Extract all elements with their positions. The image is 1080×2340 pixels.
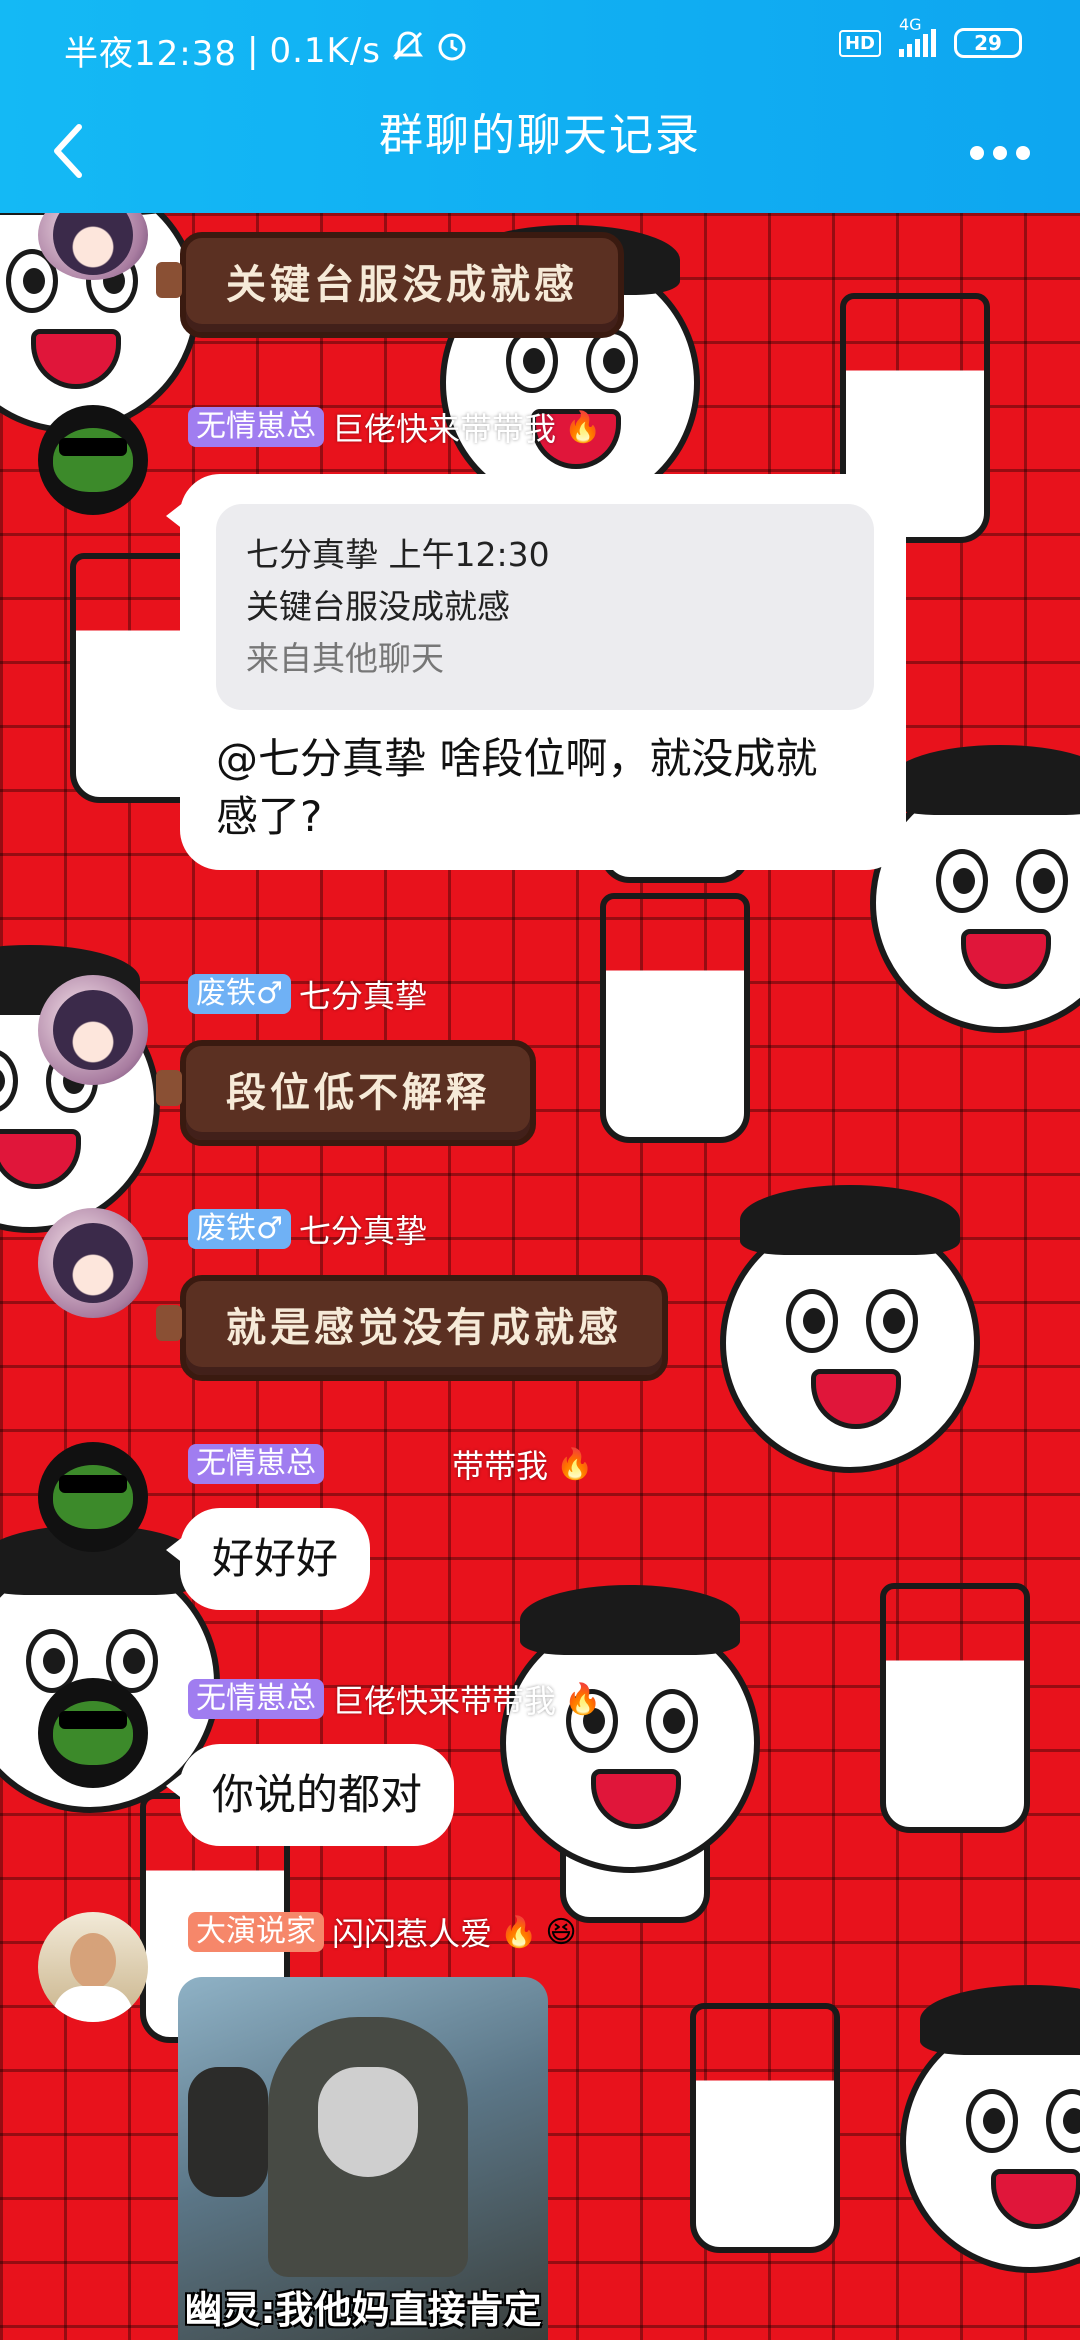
status-separator: | [246, 30, 260, 71]
milk-cup-decoration [690, 2003, 840, 2253]
network-type-label: 4G [899, 15, 922, 34]
avatar[interactable] [38, 1912, 148, 2022]
status-left: 半夜12:38 | 0.1K/s [64, 26, 469, 75]
quoted-source: 来自其他聊天 [246, 639, 444, 678]
quoted-header: 七分真挚 上午12:30 [246, 535, 550, 574]
alarm-clock-icon [435, 29, 469, 72]
laughing-emoji-icon: 😆 [545, 1914, 577, 1950]
bell-muted-icon [391, 29, 425, 72]
status-network-speed: 0.1K/s [269, 30, 381, 71]
sender-nickname: 带带我 [452, 1447, 549, 1485]
cartoon-face-decoration [500, 1585, 760, 1873]
reply-message-bubble[interactable]: 七分真挚 上午12:30 关键台服没成就感 来自其他聊天 @七分真挚 啥段位啊，… [166, 474, 906, 870]
quoted-message[interactable]: 七分真挚 上午12:30 关键台服没成就感 来自其他聊天 [216, 504, 874, 710]
message-text-line1: @七分真挚 啥段位啊，就没成就 [216, 734, 818, 783]
battery-indicator: 29 [954, 28, 1022, 58]
message-text: 就是感觉没有成就感 [226, 1304, 622, 1351]
sender-meta: 废铁♂ 七分真挚 [188, 1207, 427, 1251]
member-title-badge: 无情崽总 [188, 1444, 324, 1484]
message-text: 好好好 [212, 1534, 339, 1583]
message-text: 关键台服没成就感 [226, 261, 578, 308]
text-message-bubble[interactable]: 你说的都对 [165, 1744, 455, 1846]
sender-nickname: 七分真挚 [298, 1212, 427, 1250]
avatar[interactable] [38, 975, 148, 1085]
image-message[interactable]: 幽灵:我他妈直接肯定 [178, 1977, 548, 2340]
member-title-badge: 大演说家 [188, 1912, 324, 1952]
avatar[interactable] [38, 1208, 148, 1318]
sender-meta: 废铁♂ 七分真挚 [188, 972, 427, 1016]
sender-meta: 无情崽总 带带我 🔥 [188, 1442, 593, 1486]
fire-emoji-icon: 🔥 [556, 1446, 594, 1482]
quoted-text: 关键台服没成就感 [246, 587, 510, 626]
sender-nickname: 巨佬快来带带我 [332, 410, 557, 448]
avatar[interactable] [38, 1678, 148, 1788]
sender-meta: 无情崽总 巨佬快来带带我 🔥 [188, 1677, 601, 1721]
sender-meta: 大演说家 闪闪惹人爱 🔥 😆 [188, 1910, 577, 1954]
status-time: 半夜12:38 [64, 34, 237, 74]
sender-meta: 无情崽总 巨佬快来带带我 🔥 [188, 405, 601, 449]
status-bar: 半夜12:38 | 0.1K/s HD 4G 29 [0, 0, 1080, 95]
sender-nickname: 七分真挚 [298, 977, 427, 1015]
avatar[interactable] [38, 1442, 148, 1552]
chocolate-bubble[interactable]: 关键台服没成就感 [156, 232, 624, 338]
sender-nickname: 闪闪惹人爱 [332, 1915, 493, 1953]
member-title-badge: 废铁♂ [188, 1209, 291, 1249]
avatar[interactable] [38, 405, 148, 515]
milk-cup-decoration [600, 893, 750, 1143]
fire-emoji-icon: 🔥 [500, 1914, 538, 1950]
hd-indicator: HD [838, 29, 881, 57]
message-text-line2: 感了? [216, 792, 323, 841]
chocolate-bubble[interactable]: 就是感觉没有成就感 [156, 1275, 668, 1381]
header-bar: 半夜12:38 | 0.1K/s HD 4G 29 群聊的聊天记录 [0, 0, 1080, 213]
member-title-badge: 无情崽总 [188, 407, 324, 447]
signal-icon: 4G [899, 15, 936, 57]
member-title-badge: 废铁♂ [188, 974, 291, 1014]
chocolate-bubble[interactable]: 段位低不解释 [156, 1040, 536, 1146]
page-title: 群聊的聊天记录 [379, 110, 701, 161]
status-right: HD 4G 29 [838, 15, 1022, 58]
cartoon-face-decoration [900, 1985, 1080, 2273]
fire-emoji-icon: 🔥 [564, 1681, 602, 1717]
message-text: 你说的都对 [212, 1770, 423, 1819]
milk-cup-decoration [880, 1583, 1030, 1833]
cartoon-face-decoration [720, 1185, 980, 1473]
message-text: 段位低不解释 [226, 1069, 490, 1116]
text-message-bubble[interactable]: 好好好 [165, 1508, 371, 1610]
more-button[interactable] [960, 123, 1040, 183]
fire-emoji-icon: 🔥 [564, 409, 602, 445]
nav-bar: 群聊的聊天记录 [0, 95, 1080, 213]
image-caption: 幽灵:我他妈直接肯定 [184, 2288, 542, 2332]
member-title-badge: 无情崽总 [188, 1679, 324, 1719]
sender-nickname: 巨佬快来带带我 [332, 1682, 557, 1720]
more-dots-icon [970, 146, 1030, 160]
